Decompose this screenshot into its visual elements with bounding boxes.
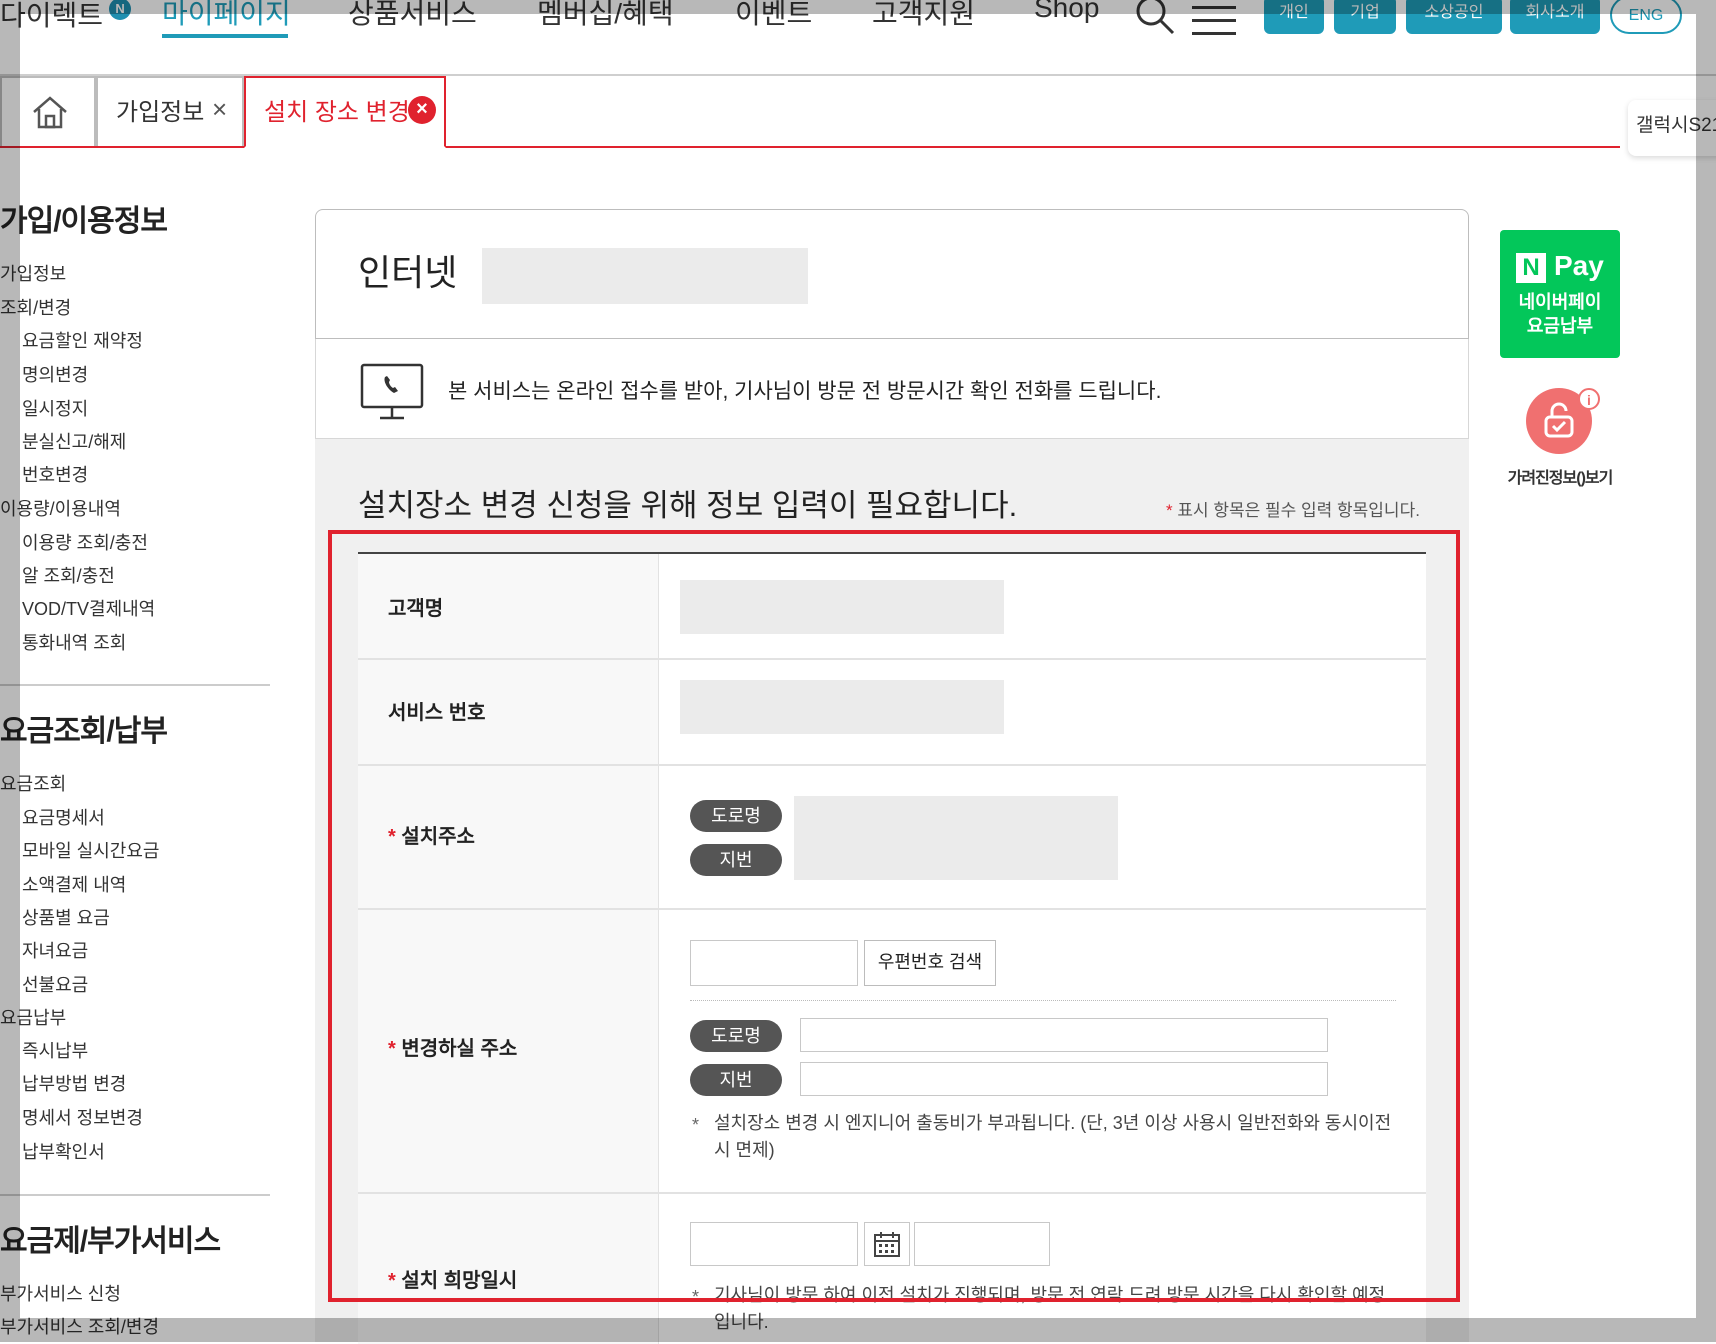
tab-label: 가입정보 [116,99,205,126]
lnb-group-title[interactable]: 가입/이용정보 [0,196,168,240]
tab-install-location-change[interactable]: 설치 장소 변경 × [244,76,446,148]
naver-pay-label-line1: 네이버페이 [1518,292,1602,312]
lnb-subitem[interactable]: 소액결제 내역 [22,871,126,897]
device-tag[interactable]: 갤럭시S21 [1628,100,1716,156]
lnb-divider [0,1194,270,1196]
segment-small-business[interactable]: 소상공인 [1406,0,1502,34]
lnb-item[interactable]: 조회/변경 [0,294,71,320]
lnb-item[interactable]: 가입정보 [0,260,66,286]
lnb-item[interactable]: 이용량/이용내역 [0,495,121,521]
phone-monitor-icon [360,363,424,420]
home-tab[interactable] [0,76,96,146]
notice-text: 본 서비스는 온라인 접수를 받아, 기사님이 방문 전 방문시간 확인 전화를… [448,380,1162,403]
lnb-subitem[interactable]: 선불요금 [22,971,88,997]
privacy-unmask-label[interactable]: 가려진정보()보기 [1500,464,1620,488]
lnb-subitem[interactable]: 자녀요금 [22,937,88,963]
required-star: * [1166,501,1173,520]
required-note-text: 표시 항목은 필수 입력 항목입니다. [1177,501,1420,520]
segment-business[interactable]: 기업 [1334,0,1396,34]
language-eng-button[interactable]: ENG [1610,0,1682,34]
gnb-item-support[interactable]: 고객지원 [872,0,975,32]
lnb-subitem[interactable]: VOD/TV결제내역 [22,595,155,621]
service-notice: 본 서비스는 온라인 접수를 받아, 기사님이 방문 전 방문시간 확인 전화를… [315,339,1469,439]
naver-pay-logo: N Pay [1516,250,1604,283]
lock-open-icon [1544,402,1574,438]
naver-n-icon: N [1516,252,1546,283]
naver-pay-button[interactable]: N Pay 네이버페이 요금납부 [1500,230,1620,358]
screen-dim-overlay [1696,0,1716,1342]
lnb-subitem[interactable]: 모바일 실시간요금 [22,837,159,863]
segment-company[interactable]: 회사소개 [1510,0,1600,34]
lnb-group-title[interactable]: 요금조회/납부 [0,706,168,750]
close-circle-icon[interactable]: × [408,96,436,124]
service-card-header: 인터넷 [315,209,1469,339]
close-icon[interactable]: × [212,94,227,125]
lnb-subitem[interactable]: 분실신고/해제 [22,428,126,454]
masked-service-info [482,248,808,304]
lnb-subitem[interactable]: 즉시납부 [22,1037,88,1063]
lnb-subitem[interactable]: 통화내역 조회 [22,629,126,655]
lnb-subitem[interactable]: 번호변경 [22,461,88,487]
brand-badge: N [109,0,132,20]
gnb-active-indicator [162,34,288,38]
lnb-subitem[interactable]: 납부방법 변경 [22,1070,126,1096]
lnb-subitem[interactable]: 요금할인 재약정 [22,327,143,353]
lnb-item[interactable]: 요금조회 [0,770,66,796]
tab-label: 설치 장소 변경 [264,99,410,126]
gnb-item-shop[interactable]: Shop [1034,0,1099,24]
page-tab-bar: 가입정보 × 설치 장소 변경 × [0,76,1620,148]
naver-pay-label-line2: 요금납부 [1526,316,1594,336]
lnb-subitem[interactable]: 명의변경 [22,361,88,387]
lnb-subitem[interactable]: 요금명세서 [22,804,105,830]
gnb-item-mypage[interactable]: 마이페이지 [162,0,291,32]
lnb-subitem[interactable]: 일시정지 [22,395,88,421]
global-nav: 다이렉트 N 마이페이지 상품서비스 멤버십/혜택 이벤트 고객지원 Shop 개… [0,0,1716,76]
naver-pay-label: 네이버페이 요금납부 [1500,290,1620,338]
form-highlight-box [328,530,1460,1302]
tab-join-info[interactable]: 가입정보 × [96,76,244,146]
lnb-item[interactable]: 부가서비스 조회/변경 [0,1313,159,1339]
lnb-subitem[interactable]: 납부확인서 [22,1138,105,1164]
brand-link[interactable]: 다이렉트 N [0,0,132,34]
lnb-subitem[interactable]: 상품별 요금 [22,904,110,930]
hamburger-menu-icon[interactable] [1192,6,1236,36]
required-note: * 표시 항목은 필수 입력 항목입니다. [1166,496,1420,521]
lnb-item[interactable]: 요금납부 [0,1004,66,1030]
brand-label: 다이렉트 [0,0,104,31]
lnb-item[interactable]: 부가서비스 신청 [0,1280,121,1306]
lnb-subitem[interactable]: 알 조회/충전 [22,562,115,588]
info-icon[interactable]: i [1578,388,1600,410]
lnb-subitem[interactable]: 명세서 정보변경 [22,1104,143,1130]
gnb-item-products[interactable]: 상품서비스 [348,0,477,32]
search-icon[interactable] [1134,0,1176,36]
segment-personal[interactable]: 개인 [1264,0,1324,34]
naver-pay-logo-text: Pay [1554,250,1604,281]
lnb-group-title[interactable]: 요금제/부가서비스 [0,1216,221,1260]
lnb-divider [0,684,270,686]
form-heading: 설치장소 변경 신청을 위해 정보 입력이 필요합니다. [358,488,1018,523]
lnb-subitem[interactable]: 이용량 조회/충전 [22,529,148,555]
service-title: 인터넷 [358,252,458,293]
gnb-item-events[interactable]: 이벤트 [735,0,812,32]
gnb-item-membership[interactable]: 멤버십/혜택 [537,0,674,32]
home-icon [33,96,67,129]
